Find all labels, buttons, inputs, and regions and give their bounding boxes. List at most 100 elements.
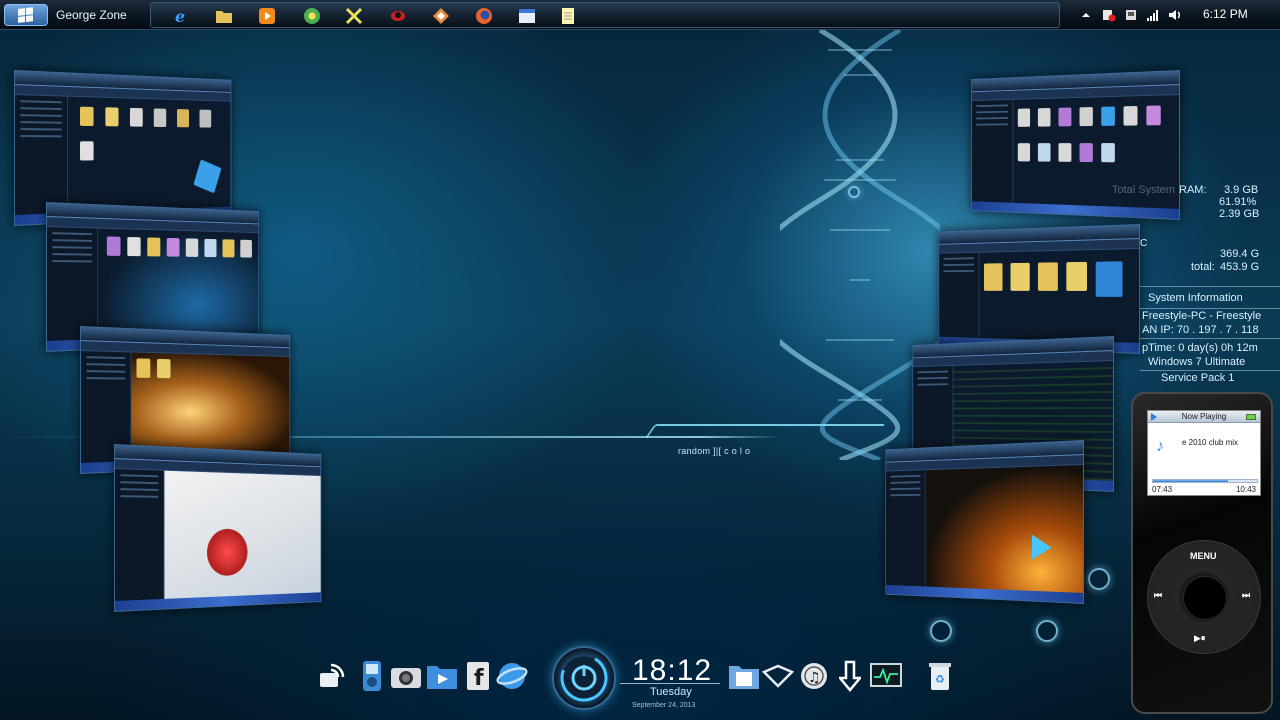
svg-text:♫: ♫: [808, 670, 821, 686]
folder-icon: [1037, 262, 1058, 291]
computer-name: Freestyle-PC - Freestyle: [1142, 310, 1262, 322]
song-title: e 2010 club mix: [1182, 438, 1239, 447]
flip3d-window-explorer-4[interactable]: [114, 444, 322, 612]
menu-button[interactable]: MENU: [1190, 551, 1217, 561]
disk-total-label: total:: [1191, 261, 1215, 273]
network-device-icon[interactable]: [1124, 8, 1138, 22]
folder-icon: [1017, 143, 1030, 162]
taskbar-pinned-strip: e: [150, 2, 1060, 28]
xchat-icon[interactable]: [345, 7, 363, 25]
dock-clock-date: September 24, 2013: [632, 702, 696, 709]
ipod-icon[interactable]: [356, 660, 388, 692]
play-icon: [1031, 534, 1052, 561]
facebook-icon[interactable]: f: [462, 660, 494, 692]
ie-globe-icon[interactable]: [496, 660, 528, 692]
folder-icon: [157, 358, 171, 379]
window-nav-pane: [114, 469, 165, 601]
volume-icon[interactable]: [1168, 8, 1182, 22]
click-wheel[interactable]: MENU ⏮ ⏭ ▶⏸: [1147, 540, 1261, 654]
folder-icon: [1101, 143, 1115, 163]
disk-total-value: 453.9 G: [1220, 261, 1260, 273]
ipod-media-gadget[interactable]: Now Playing ♪ e 2010 club mix 07:43 10:4…: [1131, 392, 1273, 714]
svg-text:♻: ♻: [935, 673, 945, 686]
camera-icon[interactable]: [390, 660, 422, 692]
firefox-icon[interactable]: [475, 7, 493, 25]
video-folder-icon[interactable]: [426, 660, 458, 692]
folder-icon: [185, 238, 199, 257]
window-nav-pane: [46, 227, 99, 341]
desktop-dock: f 18:12 Tuesday September 24, 2013 ♫ ♻: [310, 640, 970, 720]
folder-icon: [176, 109, 189, 128]
signal-icon[interactable]: [1146, 8, 1160, 22]
song-progress-fill: [1153, 480, 1228, 482]
folder-icon: [1066, 261, 1087, 291]
folder-icon: [1146, 105, 1161, 126]
start-button[interactable]: [4, 4, 48, 26]
system-tray: [1072, 0, 1280, 30]
now-playing-bar: Now Playing: [1148, 411, 1260, 423]
clock-divider: [620, 683, 720, 684]
window-content: [67, 97, 230, 213]
glow-bubble: [930, 620, 952, 642]
svg-text:e: e: [175, 7, 185, 25]
spider-icon[interactable]: [389, 7, 407, 25]
next-button[interactable]: ⏭: [1242, 590, 1250, 601]
song-progress-bar[interactable]: [1152, 479, 1258, 483]
ram-percent-value: 61.91%: [1219, 196, 1257, 208]
play-pause-button[interactable]: ▶⏸: [1194, 633, 1205, 644]
drive-letter: C: [1140, 238, 1148, 249]
previous-button[interactable]: ⏮: [1154, 590, 1162, 601]
folder-icon: [136, 358, 151, 378]
now-playing-label: Now Playing: [1181, 412, 1227, 421]
power-button[interactable]: [552, 646, 616, 710]
folder-icon: [1058, 143, 1072, 162]
download-icon[interactable]: [834, 660, 866, 692]
window-content: [925, 465, 1084, 593]
folder-icon: [1058, 107, 1072, 127]
window-content: [164, 470, 321, 599]
system-info-gadget: Total System RAM: 3.9 GB 61.91% 2.39 GB …: [1112, 182, 1280, 387]
window-nav-pane: [971, 99, 1014, 203]
folder-icon: [166, 237, 180, 257]
folders-icon[interactable]: [762, 660, 794, 692]
folder-icon: [79, 141, 94, 161]
folder-icon: [147, 237, 161, 257]
window-nav-pane: [886, 470, 926, 587]
show-hidden-icon[interactable]: [1080, 8, 1094, 22]
folder-icon: [129, 107, 143, 127]
internet-explorer-icon[interactable]: e: [173, 7, 191, 25]
file-explorer-icon[interactable]: [215, 7, 233, 25]
taskbar-clock[interactable]: 6:12 PM: [1203, 7, 1248, 21]
notepad-icon[interactable]: [559, 7, 577, 25]
window-content: [979, 249, 1139, 343]
folder-icon: [1037, 143, 1051, 162]
wallpaper-watermark: random ]|[ c o l o: [678, 446, 751, 456]
folder-icon: [1095, 261, 1123, 297]
disk-free-value: 369.4 G: [1220, 248, 1260, 260]
uptime: pTime: 0 day(s) 0h 12m: [1142, 342, 1258, 354]
windows-logo-icon: [18, 7, 34, 23]
media-player-icon[interactable]: [258, 7, 276, 25]
flip3d-window-explorer-6[interactable]: [938, 224, 1140, 354]
flip3d-window-media-2[interactable]: [885, 440, 1084, 604]
documents-icon[interactable]: [728, 660, 760, 692]
monitor-icon[interactable]: [870, 660, 902, 692]
rss-icon[interactable]: [316, 660, 348, 692]
folder-icon: [204, 238, 217, 258]
window-nav-pane: [939, 252, 980, 338]
itunes-icon[interactable]: ♫: [798, 660, 830, 692]
folder-icon: [199, 109, 211, 128]
folder-icon: [79, 106, 94, 127]
center-select-button[interactable]: [1183, 576, 1227, 620]
recycle-bin-icon[interactable]: ♻: [924, 660, 956, 692]
lan-ip: AN IP: 70 . 197 . 7 . 118: [1142, 324, 1259, 336]
window-nav-pane: [14, 95, 68, 215]
action-center-icon[interactable]: [1102, 8, 1116, 22]
chrome-icon[interactable]: [303, 7, 321, 25]
total-time: 10:43: [1235, 485, 1256, 494]
app-icon[interactable]: [432, 7, 450, 25]
sysinfo-header: System Information: [1148, 292, 1243, 304]
elapsed-time: 07:43: [1152, 485, 1173, 494]
cube-icon: [192, 159, 222, 194]
window-icon[interactable]: [518, 7, 536, 25]
